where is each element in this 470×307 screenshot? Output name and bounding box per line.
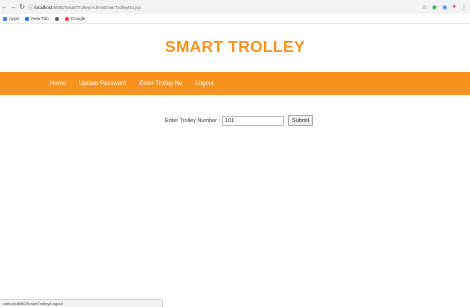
url-host: localhost <box>34 4 53 10</box>
bookmarks-bar: Apps New Tab Google <box>0 14 470 24</box>
trolley-number-label: Enter Trolley Number : <box>165 117 221 124</box>
globe-icon <box>54 16 59 21</box>
status-url: calhost:8080/SmartTrolley/Logout <box>3 301 63 306</box>
url-path: :8080/SmartTrolley/AdminEnterTrolleyNo.j… <box>52 4 141 10</box>
nav-logout[interactable]: Logout <box>195 81 213 87</box>
bookmark-google[interactable]: Google <box>64 16 86 21</box>
site-header: SMART TROLLEY <box>0 24 470 72</box>
bookmark-globe[interactable] <box>54 16 59 21</box>
forward-icon[interactable]: → <box>9 4 18 11</box>
browser-toolbar: ← → ↻ ⓘ localhost:8080/SmartTrolley/Admi… <box>0 0 470 14</box>
bookmark-label: Google <box>70 16 86 21</box>
new-tab-icon <box>25 16 30 21</box>
trolley-number-input[interactable] <box>222 115 285 126</box>
status-bar: calhost:8080/SmartTrolley/Logout <box>0 299 163 307</box>
site-title: SMART TROLLEY <box>165 39 305 56</box>
bookmark-label: Apps <box>9 16 20 21</box>
nav-update-password[interactable]: Update Password <box>79 81 126 87</box>
bookmark-apps[interactable]: Apps <box>3 16 19 21</box>
nav-enter-trolley-no[interactable]: Enter Trolley No <box>139 81 182 87</box>
apps-icon <box>3 16 7 21</box>
extensions: ☆ ◉ ◉ ● ⋮ <box>421 4 470 11</box>
reload-icon[interactable]: ↻ <box>18 3 27 11</box>
submit-button[interactable]: Submit <box>288 115 314 126</box>
bookmark-label: New Tab <box>31 16 49 21</box>
menu-icon[interactable]: ⋮ <box>461 4 467 11</box>
star-icon[interactable]: ☆ <box>421 4 426 11</box>
profile-icon[interactable]: ● <box>452 4 456 11</box>
address-bar[interactable]: ⓘ localhost:8080/SmartTrolley/AdminEnter… <box>29 3 422 12</box>
bookmark-new-tab[interactable]: New Tab <box>25 16 49 21</box>
back-icon[interactable]: ← <box>0 4 9 11</box>
shield-icon[interactable]: ◉ <box>442 4 447 11</box>
main-nav: Home Update Password Enter Trolley No Lo… <box>0 72 470 95</box>
google-icon <box>64 16 69 21</box>
trolley-form: Enter Trolley Number : Submit <box>165 115 314 126</box>
extension-icon[interactable]: ◉ <box>432 4 437 11</box>
nav-home[interactable]: Home <box>50 81 66 87</box>
